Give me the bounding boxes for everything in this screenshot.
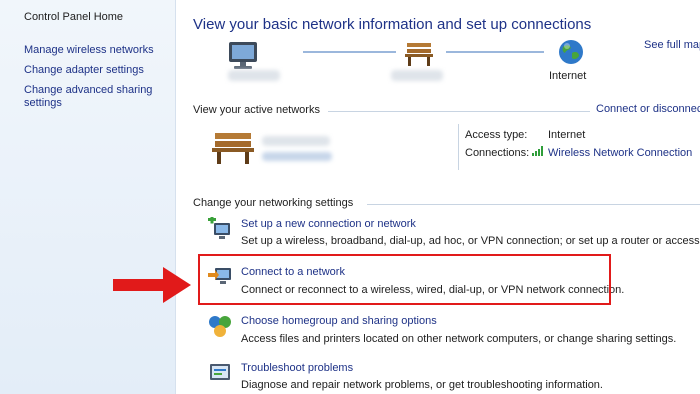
sidebar-item-manage-wireless[interactable]: Manage wireless networks — [24, 44, 174, 57]
troubleshoot-icon — [210, 364, 230, 380]
connect-disconnect-link[interactable]: Connect or disconnect — [596, 103, 700, 115]
map-link-1 — [303, 51, 396, 53]
bench-network-icon — [405, 43, 433, 66]
sidebar: Control Panel Home Manage wireless netwo… — [0, 0, 176, 394]
task-description: Diagnose and repair network problems, or… — [241, 379, 603, 391]
computer-icon — [229, 42, 257, 69]
see-full-map-link[interactable]: See full map — [644, 39, 700, 51]
computer-name-redacted — [228, 70, 280, 81]
task-description: Set up a wireless, broadband, dial-up, a… — [241, 235, 700, 247]
task-title[interactable]: Set up a new connection or network — [241, 218, 416, 230]
divider — [367, 204, 700, 205]
wireless-connection-link[interactable]: Wireless Network Connection — [548, 147, 692, 159]
bench-network-icon — [212, 133, 254, 164]
settings-heading: Change your networking settings — [193, 197, 354, 209]
active-networks-heading: View your active networks — [193, 104, 320, 116]
access-type-label: Access type: — [465, 129, 528, 141]
sidebar-home-link[interactable]: Control Panel Home — [24, 11, 123, 23]
map-link-2 — [446, 51, 544, 53]
new-connection-icon — [208, 217, 230, 239]
connections-label: Connections: — [465, 147, 530, 159]
wireless-signal-icon — [532, 146, 543, 156]
active-network-name-redacted — [262, 136, 330, 146]
sidebar-item-adapter-settings[interactable]: Change adapter settings — [24, 64, 174, 77]
network-name-redacted — [391, 70, 443, 81]
red-arrow-icon — [113, 267, 191, 303]
sidebar-item-advanced-sharing[interactable]: Change advanced sharing settings — [24, 84, 174, 110]
internet-label: Internet — [549, 70, 587, 82]
divider — [328, 111, 590, 112]
task-description: Access files and printers located on oth… — [241, 333, 677, 345]
globe-icon — [559, 40, 583, 64]
network-type-link-redacted[interactable] — [262, 152, 332, 161]
homegroup-icon — [209, 316, 231, 337]
task-title[interactable]: Troubleshoot problems — [241, 362, 353, 374]
divider — [458, 124, 459, 170]
access-type-value: Internet — [548, 129, 586, 141]
page-title: View your basic network information and … — [193, 16, 592, 33]
main-panel: View your basic network information and … — [176, 0, 700, 394]
highlight-box — [198, 254, 611, 305]
task-title[interactable]: Choose homegroup and sharing options — [241, 315, 437, 327]
